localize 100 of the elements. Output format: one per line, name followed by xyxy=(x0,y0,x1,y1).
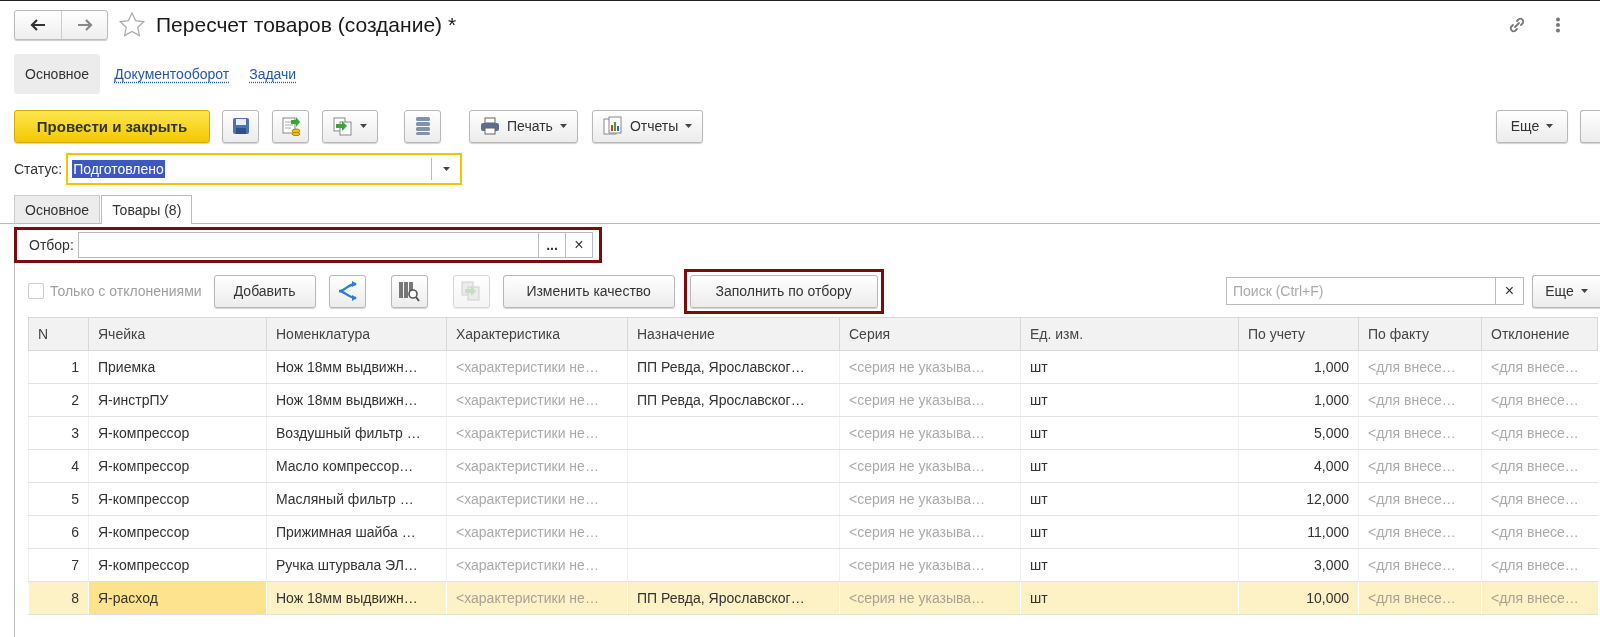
table-cell: шт xyxy=(1020,515,1239,549)
copy-button[interactable] xyxy=(322,109,378,143)
table-cell: <серия не указыва… xyxy=(839,482,1021,516)
table-row[interactable]: 1 Приемка Нож 18мм выдвижн… <характеристики не… ПП Ревда, Ярославског… <серия не указыва… шт 1,000 <для внесе… <для внесе… xyxy=(28,350,1598,384)
table-cell: <для внесе… xyxy=(1358,350,1482,384)
more-button[interactable]: Еще xyxy=(1532,274,1600,308)
table-cell: <для внесе… xyxy=(1481,416,1598,450)
table-cell: Я-расход xyxy=(88,581,267,615)
table-cell: Я-компрессор xyxy=(88,482,267,516)
tab[interactable]: Основное xyxy=(14,195,101,223)
status-label: Статус: xyxy=(14,161,63,177)
barcode-search-icon xyxy=(398,280,421,302)
table-row[interactable]: 4 Я-компрессор Масло компрессор… <характеристики не… <серия не указыва… шт 4,000 <для внесе… <для внесе… xyxy=(28,449,1598,483)
table-cell: шт xyxy=(1020,581,1239,615)
report-chart-icon xyxy=(602,116,623,136)
tab[interactable]: Товары (8) xyxy=(101,195,193,224)
table-cell: <для внесе… xyxy=(1481,482,1598,516)
table-cell: шт xyxy=(1020,416,1239,450)
table-cell: <серия не указыва… xyxy=(839,548,1021,582)
table-cell: <характеристики не… xyxy=(446,482,628,516)
table-cell: <для внесе… xyxy=(1481,350,1598,384)
table-row[interactable]: 6 Я-компрессор Прижимная шайба … <характеристики не… <серия не указыва… шт 11,000 <для внесе… <для внесе… xyxy=(28,515,1598,549)
table-row[interactable]: 2 Я-инстрПУ Нож 18мм выдвижн… <характеристики не… ПП Ревда, Ярославског… <серия не указыва… шт 1,000 <для внесе… <для внесе… xyxy=(28,383,1598,417)
filter-field[interactable]: ... × xyxy=(77,232,593,258)
nav-tab[interactable]: Основное xyxy=(14,54,101,94)
change-quality-button[interactable]: Изменить качество xyxy=(502,274,675,308)
column-header[interactable]: Характеристика xyxy=(446,317,628,351)
table-cell: <для внесе… xyxy=(1358,515,1482,549)
table-cell: <характеристики не… xyxy=(446,449,628,483)
table-cell: шт xyxy=(1020,548,1239,582)
save-button[interactable] xyxy=(222,109,259,143)
checkbox-label: Только с отклонениями xyxy=(50,283,202,299)
link-icon[interactable] xyxy=(1507,15,1527,35)
branching-arrows-icon xyxy=(336,281,359,301)
table-cell: 10,000 xyxy=(1238,581,1359,615)
reports-button[interactable]: Отчеты xyxy=(591,109,704,143)
link[interactable]: Документооборот xyxy=(108,54,236,94)
search-field[interactable]: Поиск (Ctrl+F) × xyxy=(1226,277,1524,305)
filter-label: Отбор: xyxy=(29,237,74,253)
table-cell: Я-компрессор xyxy=(88,548,267,582)
table-cell: Нож 18мм выдвижн… xyxy=(266,350,447,384)
table-cell: Воздушный фильтр … xyxy=(266,416,447,450)
table-cell: шт xyxy=(1020,482,1239,516)
table-cell: ПП Ревда, Ярославског… xyxy=(627,581,840,615)
branch-button[interactable] xyxy=(328,274,366,308)
table-cell: Нож 18мм выдвижн… xyxy=(266,581,447,615)
table-cell: Я-компрессор xyxy=(88,416,267,450)
more-button[interactable]: Еще xyxy=(1496,109,1568,143)
table-cell: <характеристики не… xyxy=(446,416,628,450)
table-cell: 7 xyxy=(28,548,89,582)
printer-icon xyxy=(480,117,500,135)
column-header[interactable]: N xyxy=(28,317,89,351)
fill-by-filter-button[interactable]: Заполнить по отбору xyxy=(689,274,878,308)
table-cell: Нож 18мм выдвижн… xyxy=(266,383,447,417)
table-cell: <характеристики не… xyxy=(446,581,628,615)
table-cell: Приемка xyxy=(88,350,267,384)
table-cell: <для внесе… xyxy=(1481,581,1598,615)
table-cell: Масляный фильтр … xyxy=(266,482,447,516)
table-cell: <для внесе… xyxy=(1358,383,1482,417)
table-cell: 5,000 xyxy=(1238,416,1359,450)
star-icon[interactable] xyxy=(118,11,146,39)
table-row[interactable]: 8 Я-расход Нож 18мм выдвижн… <характеристики не… ПП Ревда, Ярославског… <серия не указыва… шт 10,000 <для внесе… <для внесе… xyxy=(28,581,1598,615)
table-cell: Я-инстрПУ xyxy=(88,383,267,417)
document-post-icon xyxy=(280,116,301,136)
table-cell: 3 xyxy=(28,416,89,450)
table-row[interactable]: 7 Я-компрессор Ручка штурвала ЭЛ… <характеристики не… <серия не указыва… шт 3,000 <для внесе… <для внесе… xyxy=(28,548,1598,582)
window-title: Пересчет товаров (создание) * xyxy=(156,13,457,37)
table-cell: 11,000 xyxy=(1238,515,1359,549)
list-button[interactable] xyxy=(404,109,441,143)
table-cell: <серия не указыва… xyxy=(839,350,1021,384)
post-button[interactable] xyxy=(272,109,309,143)
column-header[interactable]: Номенклатура xyxy=(266,317,447,351)
table-cell: <для внесе… xyxy=(1358,482,1482,516)
table-cell: ПП Ревда, Ярославског… xyxy=(627,383,840,417)
column-header[interactable]: По факту xyxy=(1358,317,1482,351)
add-button[interactable]: Добавить xyxy=(213,274,316,308)
table-cell: <серия не указыва… xyxy=(839,581,1021,615)
link[interactable]: Задачи xyxy=(243,54,303,94)
table-cell: 1 xyxy=(28,350,89,384)
table-cell: 8 xyxy=(28,581,89,615)
table-cell: Прижимная шайба … xyxy=(266,515,447,549)
column-header[interactable]: Серия xyxy=(839,317,1021,351)
more-menu-icon[interactable] xyxy=(1555,17,1561,33)
table-cell: <серия не указыва… xyxy=(839,449,1021,483)
column-header[interactable]: Назначение xyxy=(627,317,840,351)
column-header[interactable]: Ед. изм. xyxy=(1020,317,1239,351)
table-cell: 2 xyxy=(28,383,89,417)
post-and-close-button[interactable]: Провести и закрыть xyxy=(14,109,210,143)
column-header[interactable]: Отклонение xyxy=(1481,317,1598,351)
column-header[interactable]: По учету xyxy=(1238,317,1359,351)
status-field[interactable]: Подготовлено xyxy=(66,153,463,185)
barcode-button[interactable] xyxy=(390,274,428,308)
table-row[interactable]: 3 Я-компрессор Воздушный фильтр … <характеристики не… <серия не указыва… шт 5,000 <для внесе… <для внесе… xyxy=(28,416,1598,450)
table-row[interactable]: 5 Я-компрессор Масляный фильтр … <характеристики не… <серия не указыва… шт 12,000 <для внесе… <для внесе… xyxy=(28,482,1598,516)
forward-arrow-icon xyxy=(76,19,93,31)
table-cell: <для внесе… xyxy=(1358,548,1482,582)
table-cell: 12,000 xyxy=(1238,482,1359,516)
print-button[interactable]: Печать xyxy=(469,109,578,143)
table-cell: 4,000 xyxy=(1238,449,1359,483)
column-header[interactable]: Ячейка xyxy=(88,317,267,351)
